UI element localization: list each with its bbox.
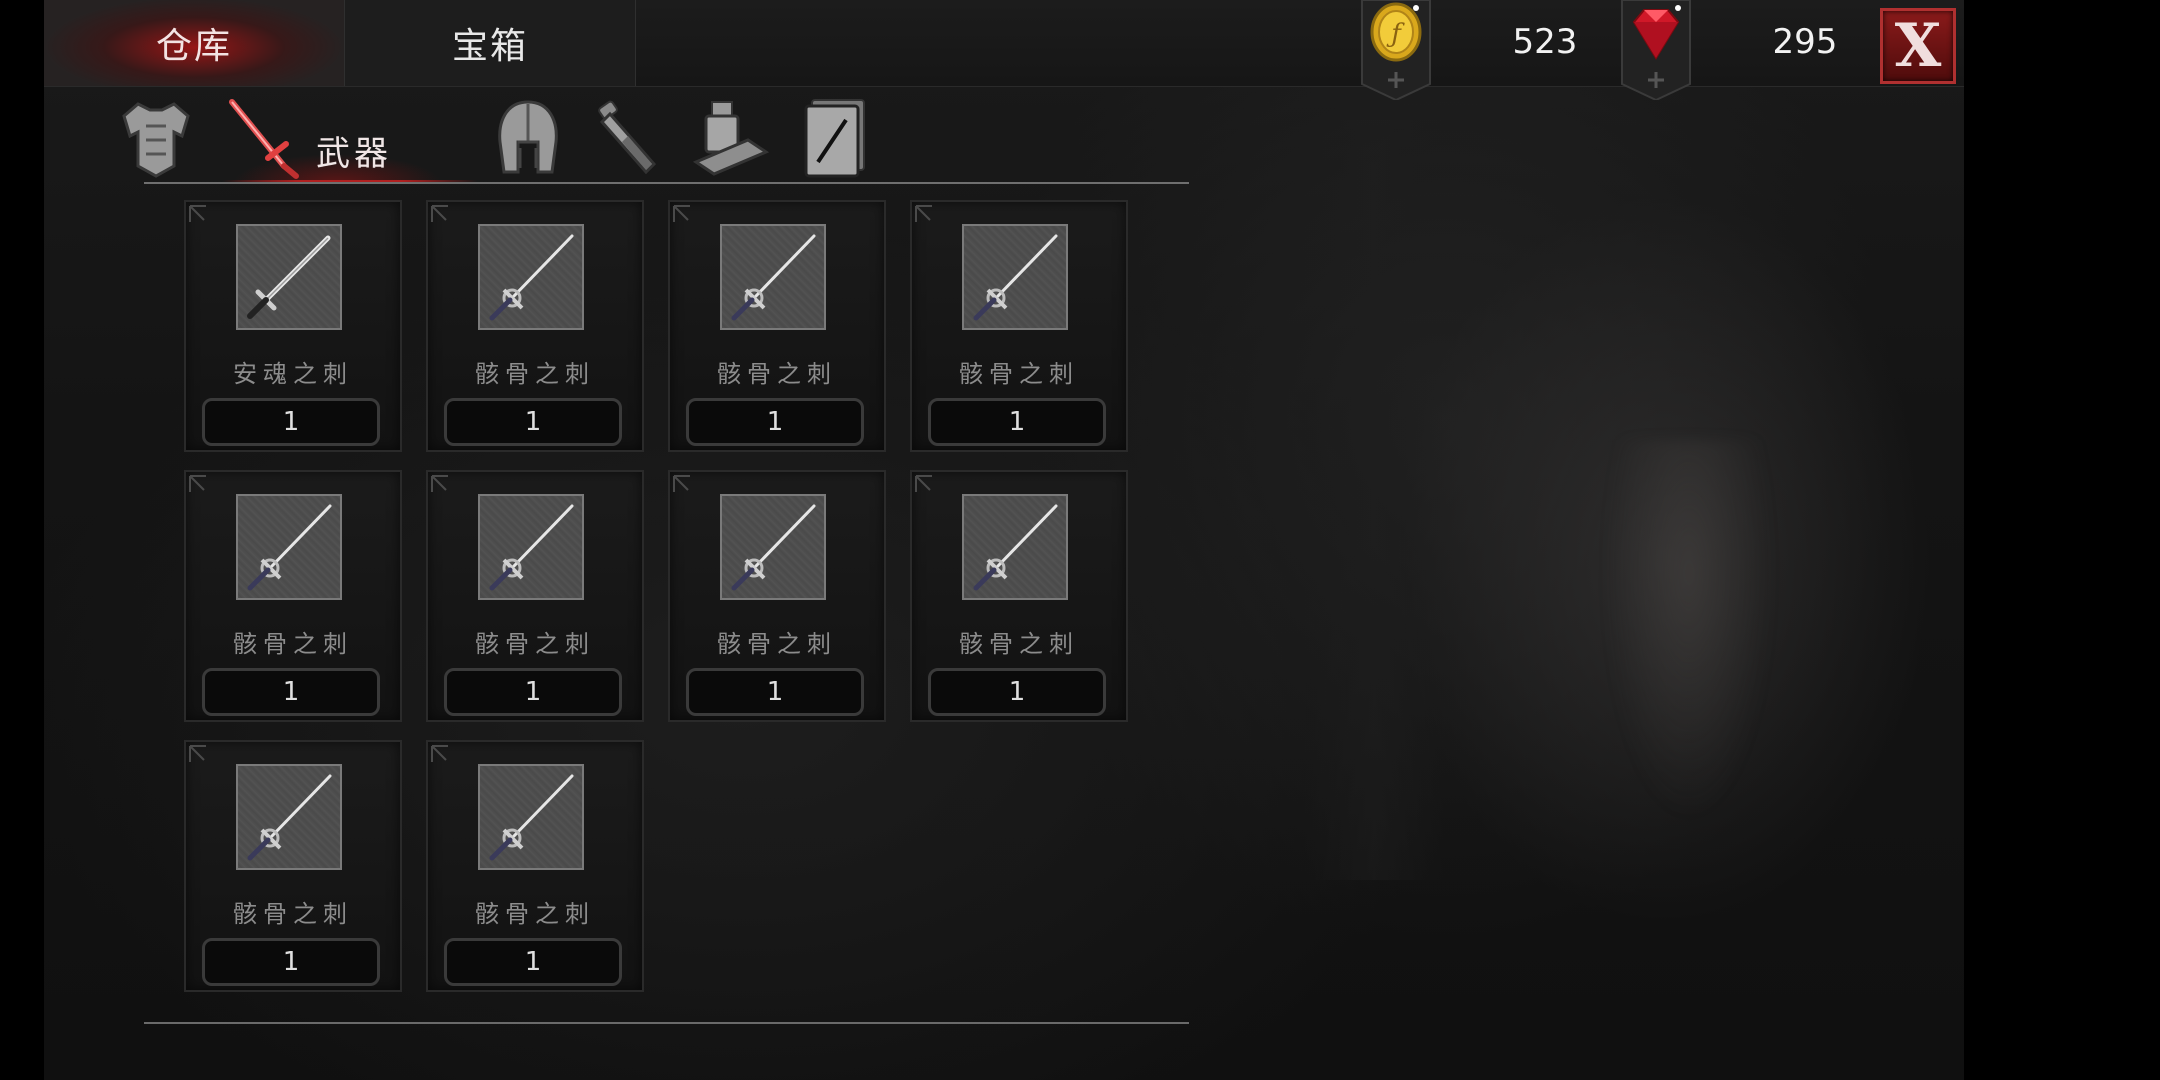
item-icon-frame xyxy=(720,224,826,330)
slot-corner-icon xyxy=(431,745,448,762)
gem-add-button[interactable] xyxy=(1620,0,1692,102)
item-slot[interactable]: 骸骨之刺 1 xyxy=(426,740,644,992)
item-quantity: 1 xyxy=(444,938,622,986)
rapier-icon xyxy=(489,774,574,861)
background-pillar xyxy=(1304,120,1444,880)
category-divider xyxy=(144,182,1189,184)
category-tab-weapons[interactable] xyxy=(222,96,302,180)
tab-warehouse-label: 仓库 xyxy=(155,26,232,67)
item-slot[interactable]: 骸骨之刺 1 xyxy=(668,200,886,452)
rapier-icon xyxy=(247,504,332,591)
item-name: 骸骨之刺 xyxy=(475,360,595,388)
longsword-icon xyxy=(247,235,331,319)
item-slot[interactable]: 安魂之刺 1 xyxy=(184,200,402,452)
item-name: 骸骨之刺 xyxy=(717,360,837,388)
item-name: 骸骨之刺 xyxy=(233,900,353,928)
item-icon-frame xyxy=(478,764,584,870)
item-quantity: 1 xyxy=(444,398,622,446)
armor-icon xyxy=(122,102,190,178)
item-name: 骸骨之刺 xyxy=(233,630,353,658)
item-slot[interactable]: 骸骨之刺 1 xyxy=(426,470,644,722)
slot-corner-icon xyxy=(189,205,206,222)
close-icon: X xyxy=(1894,11,1942,81)
item-slot[interactable]: 骸骨之刺 1 xyxy=(426,200,644,452)
slot-corner-icon xyxy=(673,475,690,492)
gem-amount: 295 xyxy=(1772,22,1838,62)
item-quantity: 1 xyxy=(928,398,1106,446)
rapier-icon xyxy=(247,774,332,861)
slot-corner-icon xyxy=(431,205,448,222)
rapier-icon xyxy=(973,234,1058,321)
gold-currency: ƒ 523 xyxy=(1360,0,1640,102)
item-name: 骸骨之刺 xyxy=(959,360,1079,388)
rapier-icon xyxy=(489,234,574,321)
item-name: 骸骨之刺 xyxy=(475,630,595,658)
helmet-icon xyxy=(498,100,558,174)
item-quantity: 1 xyxy=(202,938,380,986)
potion-icon xyxy=(598,100,657,175)
category-tab-cards[interactable] xyxy=(796,96,876,180)
item-slot[interactable]: 骸骨之刺 1 xyxy=(184,740,402,992)
item-quantity: 1 xyxy=(444,668,622,716)
slot-corner-icon xyxy=(915,205,932,222)
card-icon xyxy=(804,99,865,178)
slot-corner-icon xyxy=(915,475,932,492)
item-icon-frame xyxy=(236,494,342,600)
category-tab-helmet[interactable] xyxy=(488,96,568,180)
item-icon-frame xyxy=(962,494,1068,600)
red-gem-icon xyxy=(1621,0,1691,102)
scroll-icon xyxy=(692,101,770,176)
item-icon-frame xyxy=(478,494,584,600)
item-quantity: 1 xyxy=(686,398,864,446)
bottom-divider xyxy=(144,1022,1189,1024)
category-tab-consumables[interactable] xyxy=(588,96,668,180)
item-icon-frame xyxy=(236,764,342,870)
rapier-icon xyxy=(973,504,1058,591)
rapier-icon xyxy=(489,504,574,591)
item-icon-frame xyxy=(720,494,826,600)
close-button[interactable]: X xyxy=(1880,8,1956,84)
category-tab-armor[interactable] xyxy=(116,96,196,180)
tab-treasure-chest-label: 宝箱 xyxy=(451,26,528,67)
rapier-icon xyxy=(731,234,816,321)
item-name: 骸骨之刺 xyxy=(475,900,595,928)
gold-coin-icon: ƒ xyxy=(1361,0,1431,102)
gem-currency: 295 xyxy=(1620,0,1900,102)
item-slot[interactable]: 骸骨之刺 1 xyxy=(668,470,886,722)
item-slot[interactable]: 骸骨之刺 1 xyxy=(910,470,1128,722)
right-letterbox xyxy=(1964,0,2160,1080)
top-bar: 仓库 宝箱 ƒ 523 295 X xyxy=(44,0,1964,102)
item-quantity: 1 xyxy=(202,398,380,446)
item-quantity: 1 xyxy=(686,668,864,716)
category-tab-materials[interactable] xyxy=(690,96,770,180)
item-slot[interactable]: 骸骨之刺 1 xyxy=(184,470,402,722)
item-slot[interactable]: 骸骨之刺 1 xyxy=(910,200,1128,452)
item-icon-frame xyxy=(962,224,1068,330)
slot-corner-icon xyxy=(189,745,206,762)
item-name: 骸骨之刺 xyxy=(717,630,837,658)
game-screen: 仓库 宝箱 ƒ 523 295 X 武器 安魂之刺 1 骸骨之刺 1 骸骨之刺 … xyxy=(0,0,2160,1080)
item-icon-frame xyxy=(236,224,342,330)
item-icon-frame xyxy=(478,224,584,330)
rapier-icon xyxy=(731,504,816,591)
item-name: 骸骨之刺 xyxy=(959,630,1079,658)
item-quantity: 1 xyxy=(928,668,1106,716)
category-tab-weapons-label: 武器 xyxy=(316,134,392,174)
gold-amount: 523 xyxy=(1512,22,1578,62)
slot-corner-icon xyxy=(673,205,690,222)
item-quantity: 1 xyxy=(202,668,380,716)
sword-icon xyxy=(229,99,299,179)
slot-corner-icon xyxy=(431,475,448,492)
tab-treasure-chest[interactable]: 宝箱 xyxy=(344,0,636,86)
item-name: 安魂之刺 xyxy=(233,360,353,388)
slot-corner-icon xyxy=(189,475,206,492)
tab-warehouse[interactable]: 仓库 xyxy=(44,0,344,86)
background-character xyxy=(1604,440,1774,820)
gold-add-button[interactable]: ƒ xyxy=(1360,0,1432,102)
